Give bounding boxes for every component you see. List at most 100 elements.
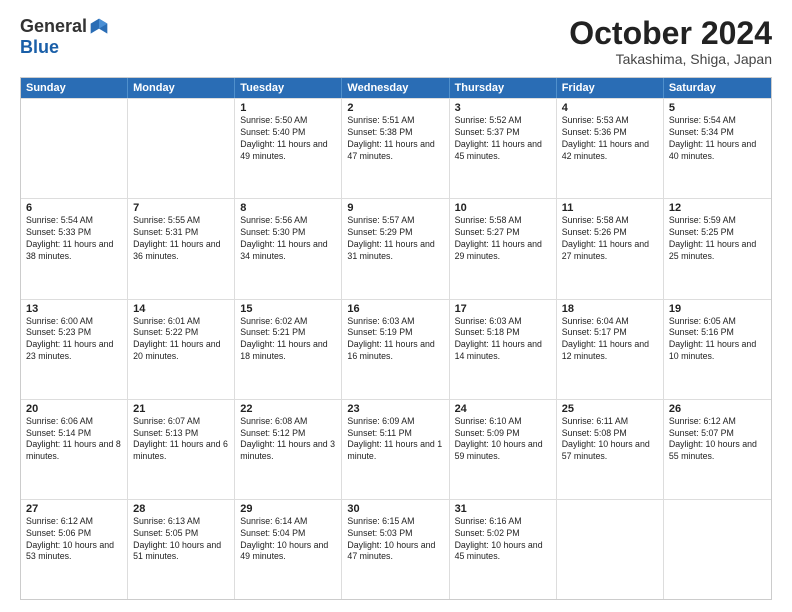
day-number: 21 <box>133 403 229 415</box>
calendar-body: 1Sunrise: 5:50 AM Sunset: 5:40 PM Daylig… <box>21 98 771 599</box>
header-monday: Monday <box>128 78 235 98</box>
cell-4-4: 31Sunrise: 6:16 AM Sunset: 5:02 PM Dayli… <box>450 500 557 599</box>
day-info: Sunrise: 6:04 AM Sunset: 5:17 PM Dayligh… <box>562 316 658 364</box>
logo-icon <box>89 17 109 37</box>
day-info: Sunrise: 6:11 AM Sunset: 5:08 PM Dayligh… <box>562 416 658 464</box>
cell-2-2: 15Sunrise: 6:02 AM Sunset: 5:21 PM Dayli… <box>235 300 342 399</box>
cell-0-6: 5Sunrise: 5:54 AM Sunset: 5:34 PM Daylig… <box>664 99 771 198</box>
day-number: 8 <box>240 202 336 214</box>
header-friday: Friday <box>557 78 664 98</box>
week-row-5: 27Sunrise: 6:12 AM Sunset: 5:06 PM Dayli… <box>21 499 771 599</box>
day-number: 10 <box>455 202 551 214</box>
logo-text: General <box>20 16 109 37</box>
day-info: Sunrise: 5:53 AM Sunset: 5:36 PM Dayligh… <box>562 115 658 163</box>
day-number: 2 <box>347 102 443 114</box>
cell-1-2: 8Sunrise: 5:56 AM Sunset: 5:30 PM Daylig… <box>235 199 342 298</box>
cell-0-1 <box>128 99 235 198</box>
day-info: Sunrise: 6:06 AM Sunset: 5:14 PM Dayligh… <box>26 416 122 464</box>
day-number: 16 <box>347 303 443 315</box>
day-info: Sunrise: 5:54 AM Sunset: 5:34 PM Dayligh… <box>669 115 766 163</box>
cell-4-0: 27Sunrise: 6:12 AM Sunset: 5:06 PM Dayli… <box>21 500 128 599</box>
day-info: Sunrise: 6:03 AM Sunset: 5:19 PM Dayligh… <box>347 316 443 364</box>
day-number: 9 <box>347 202 443 214</box>
day-info: Sunrise: 5:52 AM Sunset: 5:37 PM Dayligh… <box>455 115 551 163</box>
calendar: Sunday Monday Tuesday Wednesday Thursday… <box>20 77 772 600</box>
cell-3-6: 26Sunrise: 6:12 AM Sunset: 5:07 PM Dayli… <box>664 400 771 499</box>
week-row-3: 13Sunrise: 6:00 AM Sunset: 5:23 PM Dayli… <box>21 299 771 399</box>
cell-3-0: 20Sunrise: 6:06 AM Sunset: 5:14 PM Dayli… <box>21 400 128 499</box>
day-info: Sunrise: 6:07 AM Sunset: 5:13 PM Dayligh… <box>133 416 229 464</box>
week-row-2: 6Sunrise: 5:54 AM Sunset: 5:33 PM Daylig… <box>21 198 771 298</box>
day-info: Sunrise: 5:58 AM Sunset: 5:26 PM Dayligh… <box>562 215 658 263</box>
day-info: Sunrise: 6:03 AM Sunset: 5:18 PM Dayligh… <box>455 316 551 364</box>
cell-0-3: 2Sunrise: 5:51 AM Sunset: 5:38 PM Daylig… <box>342 99 449 198</box>
subtitle: Takashima, Shiga, Japan <box>569 51 772 67</box>
cell-1-1: 7Sunrise: 5:55 AM Sunset: 5:31 PM Daylig… <box>128 199 235 298</box>
day-number: 3 <box>455 102 551 114</box>
day-info: Sunrise: 6:12 AM Sunset: 5:06 PM Dayligh… <box>26 516 122 564</box>
header-tuesday: Tuesday <box>235 78 342 98</box>
day-info: Sunrise: 6:13 AM Sunset: 5:05 PM Dayligh… <box>133 516 229 564</box>
day-info: Sunrise: 6:09 AM Sunset: 5:11 PM Dayligh… <box>347 416 443 464</box>
day-info: Sunrise: 6:08 AM Sunset: 5:12 PM Dayligh… <box>240 416 336 464</box>
cell-2-6: 19Sunrise: 6:05 AM Sunset: 5:16 PM Dayli… <box>664 300 771 399</box>
day-info: Sunrise: 5:57 AM Sunset: 5:29 PM Dayligh… <box>347 215 443 263</box>
day-number: 5 <box>669 102 766 114</box>
header: General Blue October 2024 Takashima, Shi… <box>20 16 772 67</box>
page: General Blue October 2024 Takashima, Shi… <box>0 0 792 612</box>
day-number: 29 <box>240 503 336 515</box>
day-number: 7 <box>133 202 229 214</box>
day-number: 22 <box>240 403 336 415</box>
cell-4-5 <box>557 500 664 599</box>
day-number: 14 <box>133 303 229 315</box>
cell-1-0: 6Sunrise: 5:54 AM Sunset: 5:33 PM Daylig… <box>21 199 128 298</box>
cell-1-3: 9Sunrise: 5:57 AM Sunset: 5:29 PM Daylig… <box>342 199 449 298</box>
day-number: 31 <box>455 503 551 515</box>
day-info: Sunrise: 5:51 AM Sunset: 5:38 PM Dayligh… <box>347 115 443 163</box>
day-info: Sunrise: 6:12 AM Sunset: 5:07 PM Dayligh… <box>669 416 766 464</box>
day-number: 17 <box>455 303 551 315</box>
cell-0-2: 1Sunrise: 5:50 AM Sunset: 5:40 PM Daylig… <box>235 99 342 198</box>
day-info: Sunrise: 6:14 AM Sunset: 5:04 PM Dayligh… <box>240 516 336 564</box>
cell-3-2: 22Sunrise: 6:08 AM Sunset: 5:12 PM Dayli… <box>235 400 342 499</box>
header-saturday: Saturday <box>664 78 771 98</box>
day-info: Sunrise: 6:16 AM Sunset: 5:02 PM Dayligh… <box>455 516 551 564</box>
day-number: 28 <box>133 503 229 515</box>
day-info: Sunrise: 5:54 AM Sunset: 5:33 PM Dayligh… <box>26 215 122 263</box>
cell-2-0: 13Sunrise: 6:00 AM Sunset: 5:23 PM Dayli… <box>21 300 128 399</box>
cell-3-4: 24Sunrise: 6:10 AM Sunset: 5:09 PM Dayli… <box>450 400 557 499</box>
title-area: October 2024 Takashima, Shiga, Japan <box>569 16 772 67</box>
day-info: Sunrise: 6:01 AM Sunset: 5:22 PM Dayligh… <box>133 316 229 364</box>
day-info: Sunrise: 5:56 AM Sunset: 5:30 PM Dayligh… <box>240 215 336 263</box>
day-number: 25 <box>562 403 658 415</box>
month-title: October 2024 <box>569 16 772 51</box>
cell-4-2: 29Sunrise: 6:14 AM Sunset: 5:04 PM Dayli… <box>235 500 342 599</box>
cell-0-5: 4Sunrise: 5:53 AM Sunset: 5:36 PM Daylig… <box>557 99 664 198</box>
cell-2-4: 17Sunrise: 6:03 AM Sunset: 5:18 PM Dayli… <box>450 300 557 399</box>
cell-3-3: 23Sunrise: 6:09 AM Sunset: 5:11 PM Dayli… <box>342 400 449 499</box>
day-number: 1 <box>240 102 336 114</box>
cell-2-5: 18Sunrise: 6:04 AM Sunset: 5:17 PM Dayli… <box>557 300 664 399</box>
day-info: Sunrise: 5:55 AM Sunset: 5:31 PM Dayligh… <box>133 215 229 263</box>
logo-blue: Blue <box>20 37 59 58</box>
logo: General Blue <box>20 16 109 58</box>
day-info: Sunrise: 5:58 AM Sunset: 5:27 PM Dayligh… <box>455 215 551 263</box>
cell-2-3: 16Sunrise: 6:03 AM Sunset: 5:19 PM Dayli… <box>342 300 449 399</box>
day-info: Sunrise: 6:05 AM Sunset: 5:16 PM Dayligh… <box>669 316 766 364</box>
day-number: 27 <box>26 503 122 515</box>
week-row-4: 20Sunrise: 6:06 AM Sunset: 5:14 PM Dayli… <box>21 399 771 499</box>
day-number: 20 <box>26 403 122 415</box>
cell-0-0 <box>21 99 128 198</box>
cell-4-1: 28Sunrise: 6:13 AM Sunset: 5:05 PM Dayli… <box>128 500 235 599</box>
header-wednesday: Wednesday <box>342 78 449 98</box>
cell-3-1: 21Sunrise: 6:07 AM Sunset: 5:13 PM Dayli… <box>128 400 235 499</box>
day-number: 18 <box>562 303 658 315</box>
cell-0-4: 3Sunrise: 5:52 AM Sunset: 5:37 PM Daylig… <box>450 99 557 198</box>
day-info: Sunrise: 5:59 AM Sunset: 5:25 PM Dayligh… <box>669 215 766 263</box>
day-info: Sunrise: 6:02 AM Sunset: 5:21 PM Dayligh… <box>240 316 336 364</box>
cell-2-1: 14Sunrise: 6:01 AM Sunset: 5:22 PM Dayli… <box>128 300 235 399</box>
logo-general: General <box>20 16 87 37</box>
day-number: 26 <box>669 403 766 415</box>
day-number: 11 <box>562 202 658 214</box>
day-number: 4 <box>562 102 658 114</box>
